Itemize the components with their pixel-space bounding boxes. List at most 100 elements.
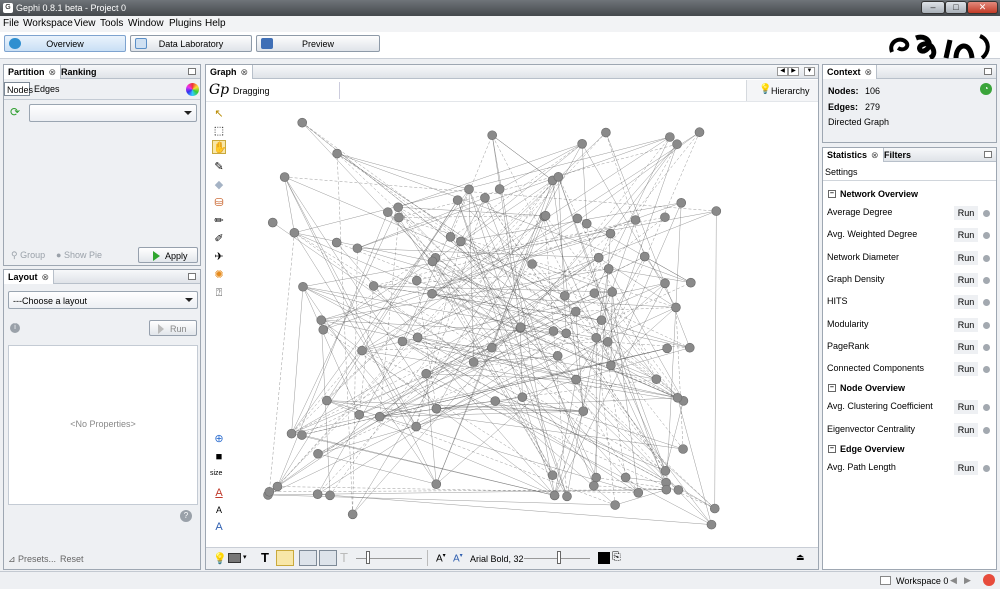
menu-tools[interactable]: Tools — [100, 18, 123, 29]
graph-node[interactable] — [286, 428, 297, 439]
tab-partition[interactable]: Partition ⊗ — [4, 65, 62, 79]
minimize-button[interactable]: – — [921, 1, 945, 14]
run-button[interactable]: Run — [954, 250, 978, 265]
chevron-down-icon[interactable]: ▾ — [243, 553, 247, 561]
collapse-icon[interactable]: – — [828, 384, 836, 393]
section-header[interactable]: – Node Overview — [825, 382, 994, 394]
lightbulb-icon[interactable]: 💡 — [213, 552, 227, 565]
graph-node[interactable] — [660, 278, 670, 289]
minimize-panel-button[interactable] — [984, 68, 992, 75]
run-button[interactable]: Run — [954, 339, 978, 354]
graph-node[interactable] — [318, 324, 329, 335]
graph-node[interactable] — [591, 332, 602, 343]
graph-node[interactable] — [706, 519, 717, 530]
brush-icon[interactable]: ✎ — [212, 160, 226, 174]
graph-node[interactable] — [591, 472, 601, 483]
graph-node[interactable] — [548, 326, 559, 336]
graph-node[interactable] — [661, 484, 672, 495]
collapse-icon[interactable]: – — [828, 190, 836, 198]
graph-node[interactable] — [553, 172, 564, 182]
font-size-decrease-icon[interactable]: A▾ — [436, 552, 446, 564]
graph-node[interactable] — [487, 342, 497, 353]
graph-node[interactable] — [487, 130, 497, 141]
attributes-icon[interactable]: ⎘ — [612, 551, 621, 564]
group-button[interactable]: ⚲ Group — [11, 250, 45, 261]
info-icon[interactable]: i — [10, 323, 20, 333]
graph-node[interactable] — [601, 127, 611, 138]
run-button[interactable]: Run — [954, 461, 978, 475]
graph-node[interactable] — [431, 403, 442, 414]
edge-color-icon[interactable] — [319, 550, 337, 566]
label-color-swatch[interactable] — [598, 552, 610, 564]
menu-plugins[interactable]: Plugins — [169, 18, 202, 29]
size-label[interactable]: size — [210, 470, 222, 477]
edge-pencil-icon[interactable]: ✐ — [212, 232, 226, 246]
graph-node[interactable] — [589, 480, 599, 491]
graph-node[interactable] — [610, 500, 620, 510]
subtab-nodes[interactable]: Nodes — [4, 82, 33, 96]
graph-node[interactable] — [325, 490, 335, 501]
node-labels-icon[interactable] — [276, 550, 294, 566]
graph-node[interactable] — [297, 117, 308, 128]
graph-canvas[interactable] — [228, 102, 818, 549]
graph-node[interactable] — [547, 470, 558, 481]
graph-node[interactable] — [490, 396, 501, 406]
drag-hand-icon[interactable]: ✋ — [212, 140, 227, 154]
run-button[interactable]: Run — [954, 362, 978, 377]
graph-node[interactable] — [354, 409, 365, 420]
font-size-slider-handle[interactable] — [557, 551, 561, 564]
graph-node[interactable] — [332, 148, 342, 159]
color-wheel-icon[interactable] — [186, 83, 199, 96]
graph-node[interactable] — [452, 195, 463, 205]
prev-workspace-button[interactable]: ◀ — [950, 575, 957, 586]
font-selector[interactable]: Arial Bold, 32 — [470, 554, 524, 564]
text-size-icon[interactable]: T — [340, 550, 348, 565]
tab-layout[interactable]: Layout ⊗ — [4, 270, 55, 284]
graph-node[interactable] — [684, 342, 695, 353]
graph-node[interactable] — [297, 430, 307, 440]
graph-node[interactable] — [607, 287, 617, 297]
next-workspace-button[interactable]: ▶ — [964, 575, 971, 586]
graph-node[interactable] — [331, 237, 342, 248]
apply-button[interactable]: Apply — [138, 247, 198, 263]
paint-bucket-icon[interactable]: ⛁ — [212, 196, 226, 210]
graph-node[interactable] — [312, 489, 323, 500]
graph-node[interactable] — [651, 374, 662, 385]
menu-help[interactable]: Help — [205, 18, 226, 29]
tab-statistics[interactable]: Statistics ⊗ — [823, 148, 884, 162]
close-button[interactable]: ✕ — [967, 1, 998, 14]
graph-node[interactable] — [552, 351, 563, 361]
pencil-icon[interactable]: ✏ — [212, 214, 226, 228]
graph-node[interactable] — [676, 198, 687, 208]
graph-node[interactable] — [494, 184, 505, 194]
label-size-icon[interactable]: A — [212, 503, 226, 517]
graph-node[interactable] — [660, 212, 670, 223]
minimize-panel-button[interactable] — [188, 273, 196, 280]
graph-node[interactable] — [671, 302, 681, 313]
graph-node[interactable] — [393, 202, 403, 213]
tab-list-button[interactable]: ▼ — [804, 67, 815, 76]
graph-node[interactable] — [411, 421, 421, 432]
graph-node[interactable] — [589, 288, 600, 299]
show-pie-button[interactable]: ● Show Pie — [56, 250, 102, 260]
graph-node[interactable] — [578, 406, 589, 417]
graph-node[interactable] — [560, 291, 570, 301]
graph-node[interactable] — [298, 281, 308, 292]
graph-node[interactable] — [694, 127, 705, 138]
subtab-edges[interactable]: Edges — [32, 82, 62, 96]
cursor-icon[interactable]: ↖ — [212, 107, 226, 121]
run-layout-button[interactable]: Run — [149, 320, 197, 336]
label-font-icon[interactable]: A — [212, 520, 226, 534]
scroll-right-button[interactable]: ▶ — [788, 67, 799, 76]
diamond-icon[interactable]: ◆ — [212, 178, 226, 192]
minimize-panel-button[interactable] — [188, 68, 196, 75]
graph-node[interactable] — [515, 322, 526, 333]
graph-node[interactable] — [316, 315, 327, 325]
refresh-icon[interactable]: ⟳ — [10, 106, 22, 118]
section-header[interactable]: – Network Overview — [825, 188, 994, 200]
run-button[interactable]: Run — [954, 272, 978, 287]
graph-node[interactable] — [427, 256, 438, 267]
graph-node[interactable] — [709, 503, 720, 514]
graph-node[interactable] — [272, 481, 283, 492]
tab-preview[interactable]: Preview — [256, 35, 380, 52]
